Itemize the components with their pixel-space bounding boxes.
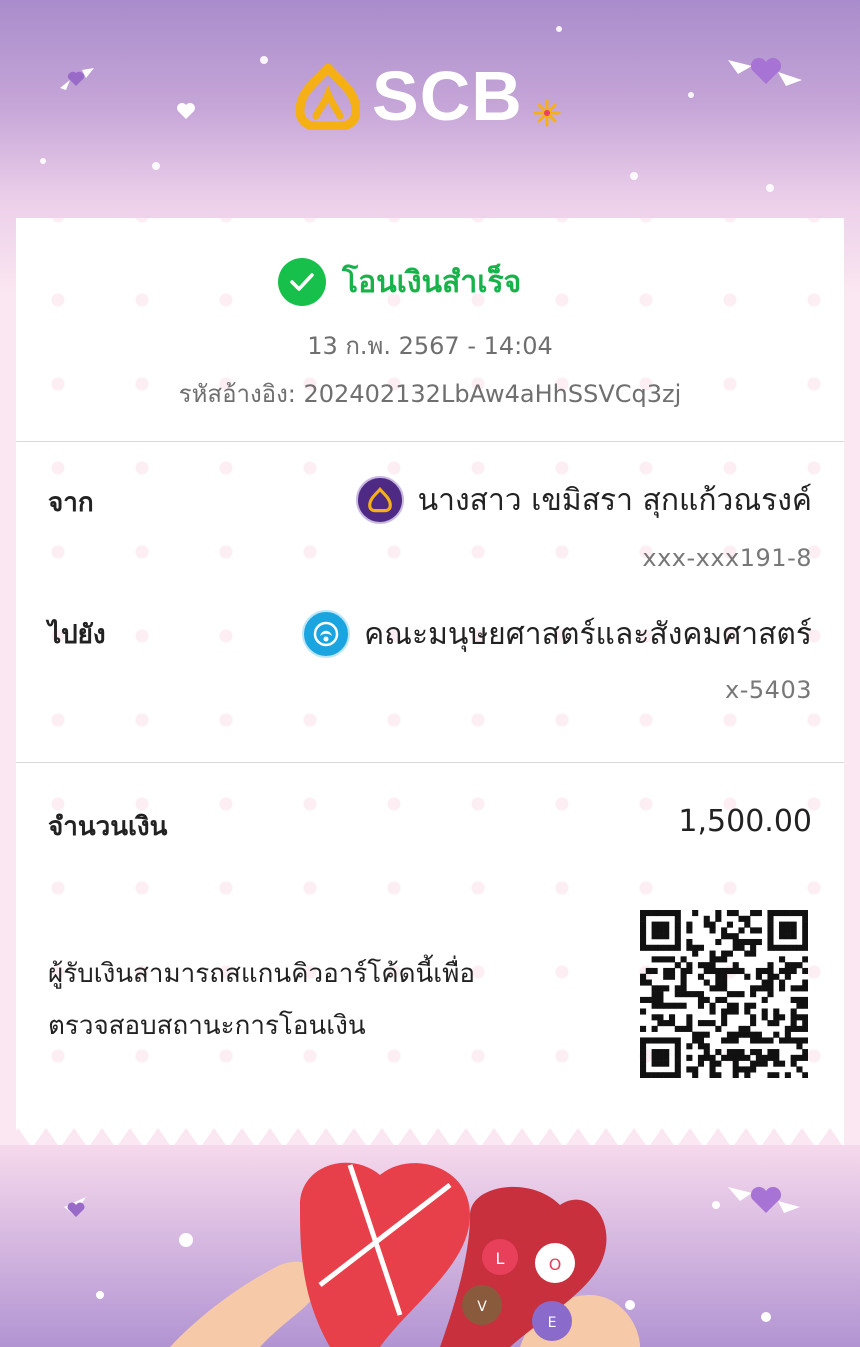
qr-instruction: ผู้รับเงินสามารถสแกนคิวอาร์โค้ดนี้เพื่อ … bbox=[48, 948, 588, 1052]
decor-dot bbox=[630, 172, 638, 180]
decor-dot bbox=[260, 56, 268, 64]
from-name: นางสาว เขมิสรา สุกแก้วณรงค์ bbox=[417, 482, 812, 518]
qr-instruction-line2: ตรวจสอบสถานะการโอนเงิน bbox=[48, 1011, 366, 1041]
receipt-zigzag-edge bbox=[16, 1120, 844, 1148]
from-label: จาก bbox=[48, 488, 94, 518]
svg-text:V: V bbox=[477, 1299, 487, 1315]
reference-number: รหัสอ้างอิง: 202402132LbAw4aHhSSVCq3zj bbox=[178, 380, 682, 408]
scb-logo-mark-icon bbox=[296, 64, 360, 130]
scb-logo-text: SCB bbox=[372, 57, 523, 135]
qr-instruction-line1: ผู้รับเงินสามารถสแกนคิวอาร์โค้ดนี้เพื่อ bbox=[48, 959, 475, 989]
winged-heart-icon bbox=[728, 57, 802, 86]
decor-dot bbox=[40, 158, 46, 164]
sparkle-icon bbox=[533, 99, 561, 127]
decor-dot bbox=[556, 26, 562, 32]
from-party: นางสาว เขมิสรา สุกแก้วณรงค์ bbox=[355, 476, 812, 524]
scb-bank-icon bbox=[355, 476, 404, 524]
to-name: คณะมนุษยศาสตร์และสังคมศาสตร์ bbox=[364, 616, 812, 652]
amount-label: จำนวนเงิน bbox=[48, 812, 168, 842]
transaction-datetime: 13 ก.พ. 2567 - 14:04 bbox=[307, 332, 553, 360]
divider bbox=[16, 441, 844, 442]
decor-dot bbox=[152, 162, 160, 170]
scb-logo: SCB bbox=[296, 57, 566, 135]
divider bbox=[16, 762, 844, 763]
to-label: ไปยัง bbox=[48, 620, 106, 650]
decor-heart-icon bbox=[177, 103, 195, 119]
svg-text:L: L bbox=[496, 1249, 505, 1268]
decor-dot bbox=[766, 184, 774, 192]
decor-dot bbox=[688, 92, 694, 98]
svg-text:O: O bbox=[549, 1255, 562, 1274]
winged-heart-icon bbox=[60, 68, 94, 90]
status-row: โอนเงินสำเร็จ bbox=[278, 258, 521, 306]
ktb-bank-icon bbox=[302, 610, 351, 658]
svg-text:E: E bbox=[548, 1315, 557, 1331]
valentine-illustration: L O V E bbox=[0, 1145, 860, 1347]
receipt-card: โอนเงินสำเร็จ 13 ก.พ. 2567 - 14:04 รหัสอ… bbox=[16, 218, 844, 1123]
header: SCB bbox=[0, 0, 860, 218]
status-text: โอนเงินสำเร็จ bbox=[342, 264, 522, 300]
heart-gift-box-illustration: L O V E bbox=[0, 1145, 860, 1347]
qr-code-icon bbox=[640, 910, 808, 1078]
transfer-slip-page: SCB โอนเงินสำเร็จ 13 ก.พ. 2567 - 14:04 ร… bbox=[0, 0, 860, 1347]
amount-value: 1,500.00 bbox=[678, 804, 812, 839]
check-circle-icon bbox=[278, 258, 326, 306]
from-account: xxx-xxx191-8 bbox=[642, 544, 812, 572]
to-account: x-5403 bbox=[725, 676, 812, 704]
to-party: คณะมนุษยศาสตร์และสังคมศาสตร์ bbox=[302, 610, 812, 658]
